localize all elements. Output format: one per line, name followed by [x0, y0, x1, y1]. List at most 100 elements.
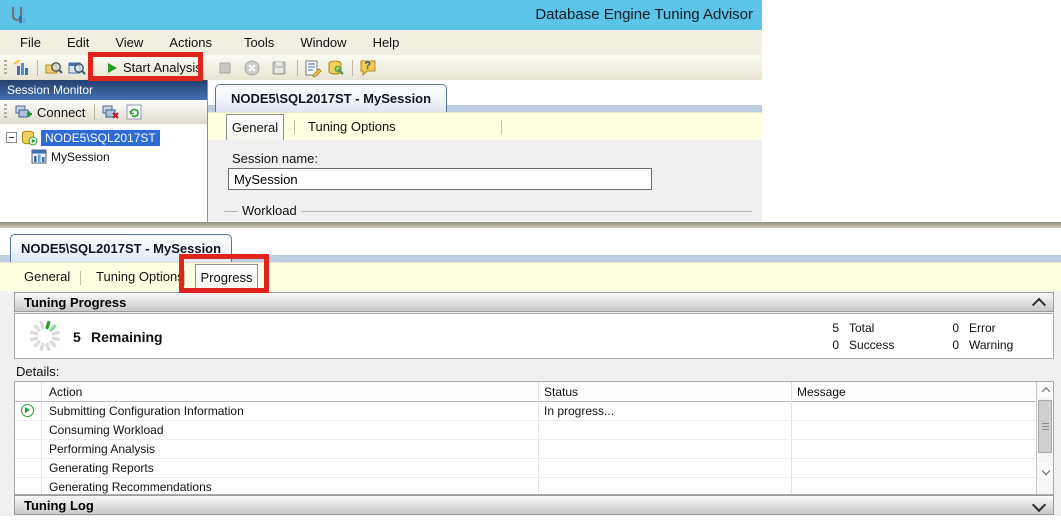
progress-window: NODE5\SQL2017ST - MySession General Tuni… [0, 228, 1061, 522]
toolbar-separator [37, 60, 38, 76]
remaining-count: 5 [73, 329, 81, 345]
session-monitor-panel: Session Monitor Connect NODE5\SQL2017ST [0, 80, 208, 222]
menu-window[interactable]: Window [287, 30, 359, 55]
stat-success-label: Success [849, 338, 894, 352]
refresh-icon[interactable] [124, 103, 143, 122]
row-status: In progress... [544, 404, 614, 418]
highlight-start-analysis [88, 52, 203, 81]
in-progress-icon [21, 404, 34, 417]
tab-tuning-options[interactable]: Tuning Options [96, 263, 184, 291]
table-row: Consuming Workload [15, 420, 1036, 440]
open-workload-icon[interactable] [67, 58, 86, 77]
workload-group-label: Workload [238, 203, 301, 218]
table-row: Generating Recommendations [15, 477, 1036, 495]
connect-button[interactable]: Connect [10, 104, 90, 121]
general-tab-content: Session name: Workload [208, 140, 762, 221]
connect-icon [15, 105, 32, 120]
remaining-label: Remaining [91, 329, 163, 345]
stat-error-value: 0 [939, 321, 959, 335]
stat-success-value: 0 [819, 338, 839, 352]
tuning-analyze-icon[interactable] [327, 58, 346, 77]
cancel-icon[interactable] [243, 58, 262, 77]
title-bar[interactable]: Database Engine Tuning Advisor [0, 0, 762, 30]
stat-error-label: Error [969, 321, 996, 335]
top-document-pane: NODE5\SQL2017ST - MySession General Tuni… [207, 80, 762, 222]
session-name-label: Session name: [232, 151, 318, 166]
scroll-down-icon[interactable] [1038, 463, 1053, 478]
help-icon[interactable]: ? [359, 58, 378, 77]
row-action: Generating Reports [49, 461, 154, 475]
toolbar-separator [352, 60, 353, 76]
top-subtab-row: General Tuning Options [208, 112, 762, 141]
column-status[interactable]: Status [544, 385, 578, 399]
table-row: Generating Reports [15, 458, 1036, 478]
stat-warning-value: 0 [939, 338, 959, 352]
menu-file[interactable]: File [7, 30, 54, 55]
details-table: Action Status Message Submitting Configu… [14, 381, 1054, 495]
session-monitor-toolbar: Connect [0, 100, 207, 125]
tab-general[interactable]: General [226, 114, 284, 141]
tree-session-row[interactable]: MySession [31, 147, 207, 166]
highlight-progress-tab [179, 254, 269, 293]
connect-label: Connect [37, 105, 85, 120]
toolbar-grip[interactable] [4, 60, 7, 76]
session-icon [31, 149, 47, 164]
stat-warning-label: Warning [969, 338, 1013, 352]
server-icon [21, 130, 38, 146]
menu-tools[interactable]: Tools [231, 30, 287, 55]
tab-general[interactable]: General [24, 263, 70, 291]
workload-groupbox-border [224, 211, 752, 213]
row-action: Submitting Configuration Information [49, 404, 244, 418]
menu-help[interactable]: Help [360, 30, 413, 55]
tuning-log-title: Tuning Log [24, 498, 94, 513]
column-action[interactable]: Action [49, 385, 82, 399]
subtab-separator [501, 120, 502, 134]
details-table-header: Action Status Message [15, 382, 1053, 402]
tab-tuning-options[interactable]: Tuning Options [308, 113, 396, 141]
save-icon[interactable] [270, 58, 289, 77]
session-name-input[interactable] [228, 168, 652, 190]
disconnect-icon[interactable] [101, 103, 120, 122]
properties-icon[interactable] [304, 58, 323, 77]
expand-down-icon[interactable] [1032, 498, 1046, 512]
tree-session-label[interactable]: MySession [51, 150, 110, 164]
help-glyph: ? [364, 60, 371, 72]
progress-summary-panel: 5 Remaining 5 Total 0 Error 0 Success 0 … [14, 313, 1054, 359]
row-action: Consuming Workload [49, 423, 164, 437]
subtab-separator [294, 120, 295, 134]
collapse-up-icon[interactable] [1032, 298, 1046, 312]
session-monitor-header: Session Monitor [0, 80, 207, 100]
tuning-log-header[interactable]: Tuning Log [14, 495, 1054, 515]
window-title: Database Engine Tuning Advisor [535, 6, 753, 23]
table-row: Performing Analysis [15, 439, 1036, 459]
session-tree: NODE5\SQL2017ST MySession [0, 124, 207, 222]
row-action: Generating Recommendations [49, 480, 212, 494]
app-icon [8, 5, 28, 25]
stat-total-label: Total [849, 321, 874, 335]
tuning-progress-header[interactable]: Tuning Progress [14, 292, 1054, 312]
vertical-scrollbar[interactable] [1036, 382, 1053, 494]
table-row: Submitting Configuration Information In … [15, 401, 1036, 421]
stat-total-value: 5 [819, 321, 839, 335]
toolbar-separator [297, 60, 298, 76]
tree-server-row[interactable]: NODE5\SQL2017ST [0, 128, 207, 147]
bottom-subtab-row: General Tuning Options Progress [0, 262, 1061, 292]
toolbar-grip[interactable] [4, 104, 7, 120]
screenshot-root: Database Engine Tuning Advisor File Edit… [0, 0, 1061, 522]
scrollbar-thumb[interactable] [1038, 400, 1052, 453]
open-session-icon[interactable] [44, 58, 63, 77]
stop-analysis-icon[interactable] [216, 58, 235, 77]
details-label: Details: [16, 364, 59, 379]
subtab-separator [80, 271, 81, 285]
scroll-up-icon[interactable] [1038, 382, 1053, 397]
progress-spinner-icon [27, 318, 63, 354]
bottom-margin [0, 516, 1061, 522]
toolbar-separator [94, 104, 95, 120]
column-message[interactable]: Message [797, 385, 846, 399]
tree-server-label[interactable]: NODE5\SQL2017ST [41, 130, 160, 146]
collapse-expander-icon[interactable] [6, 132, 17, 143]
top-document-tab[interactable]: NODE5\SQL2017ST - MySession [215, 84, 447, 112]
new-session-icon[interactable] [12, 58, 31, 77]
row-action: Performing Analysis [49, 442, 155, 456]
progress-tab-content: Tuning Progress [0, 291, 1061, 522]
